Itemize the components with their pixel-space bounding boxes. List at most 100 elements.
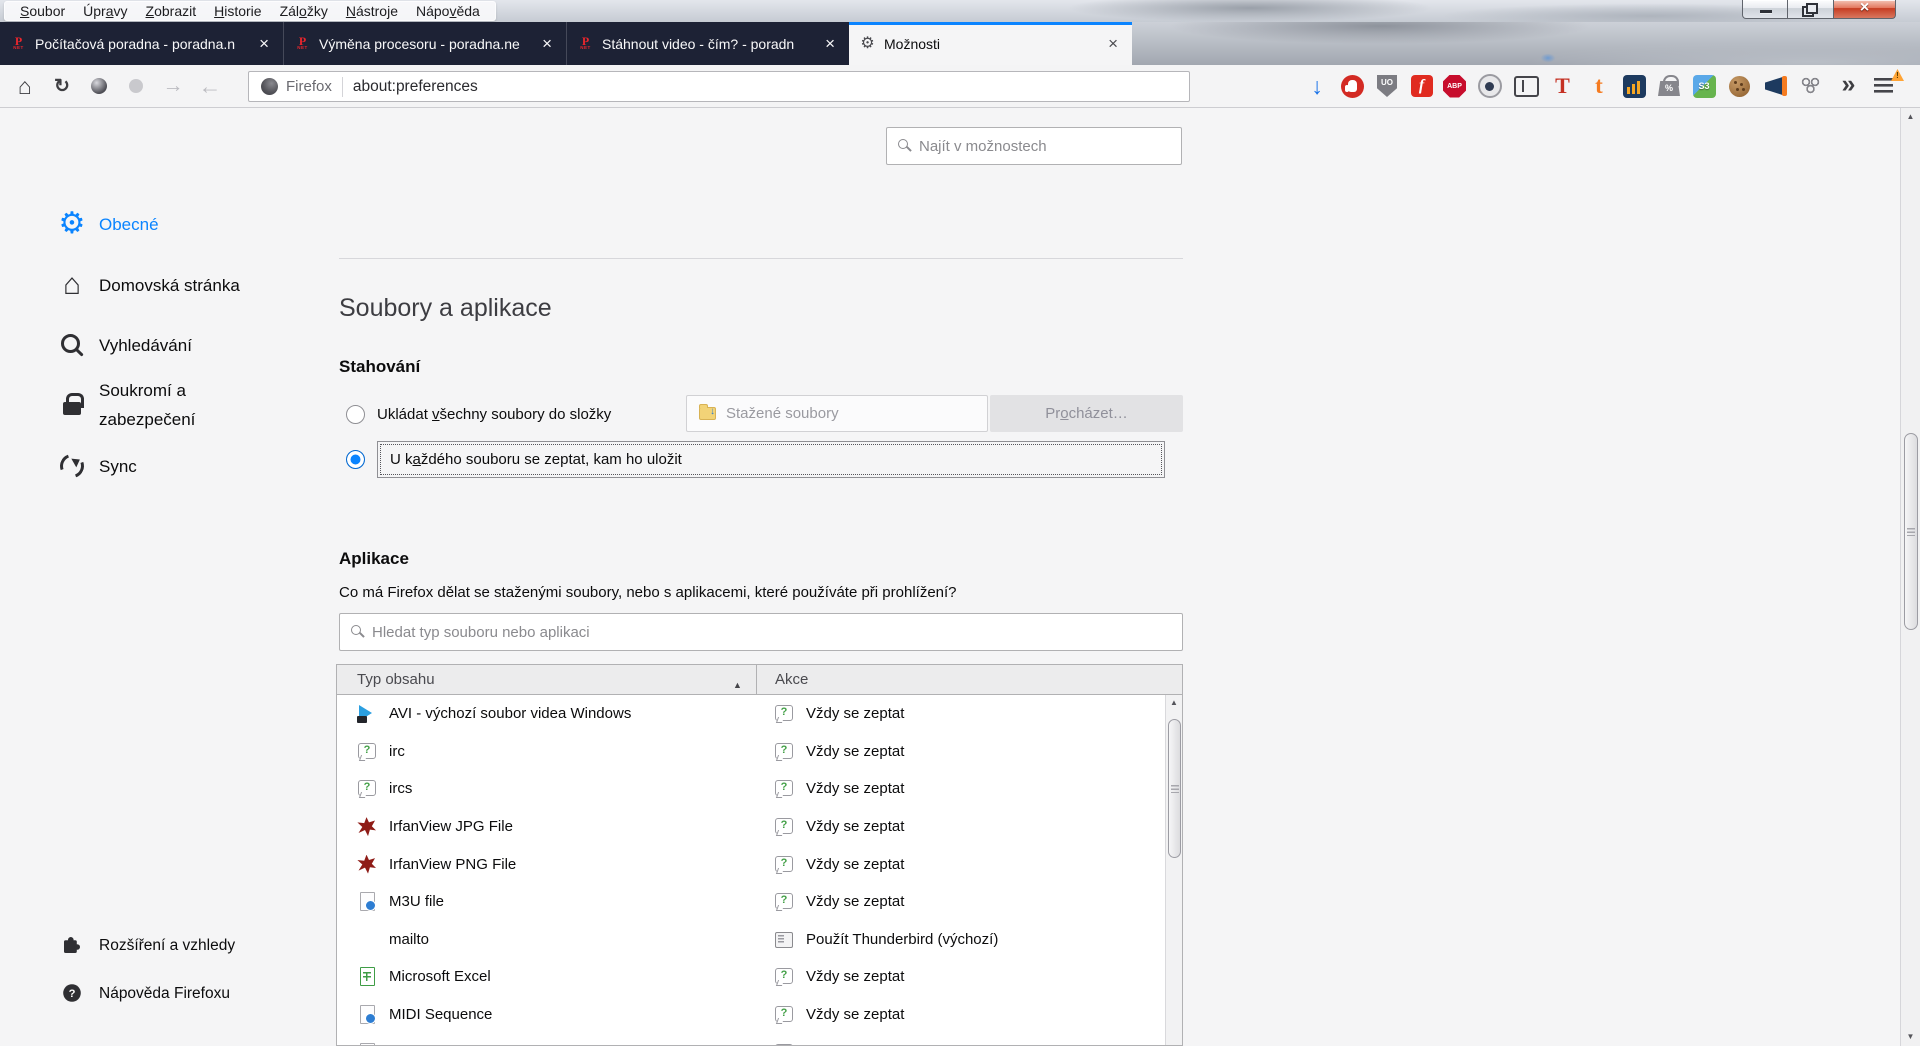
always-ask-radio[interactable] <box>346 450 365 469</box>
url-bar[interactable]: Firefox about:preferences <box>248 71 1190 102</box>
column-header-action[interactable]: Akce <box>756 665 1182 695</box>
menu-soubor[interactable]: Soubor <box>11 2 74 20</box>
hand-blocker-icon[interactable] <box>1340 74 1364 98</box>
firefox-window: Soubor Úpravy Zobrazit Historie Záložky Nástr… <box>0 0 1920 1046</box>
scroll-down-icon[interactable]: ▼ <box>1901 1029 1920 1045</box>
download-icon[interactable] <box>1304 73 1330 99</box>
save-to-folder-radio[interactable] <box>346 405 365 424</box>
navigation-toolbar: Firefox about:preferences <box>0 65 1920 108</box>
help-icon <box>60 981 84 1005</box>
sidebar-item-soukromi-zabezpeceni[interactable]: Soukromí a zabezpečení <box>57 374 269 436</box>
tab-close-icon[interactable]: × <box>821 34 839 54</box>
sidebar-item-vyhledavani[interactable]: Vyhledávání <box>57 321 192 369</box>
abp-icon[interactable] <box>1443 74 1466 98</box>
table-scrollbar-thumb[interactable] <box>1167 719 1181 858</box>
tab-moznosti[interactable]: Možnosti× <box>849 22 1132 65</box>
ask-bubble-icon <box>774 704 793 723</box>
table-row[interactable]: Microsoft Excel Vždy se zeptat <box>337 958 1182 996</box>
sidebar-item-rozsireni-a-vzhledy[interactable]: Rozšíření a vzhledy <box>57 925 235 965</box>
restore-button[interactable] <box>1788 0 1833 19</box>
file-badge-icon <box>357 1042 376 1045</box>
menu-historie[interactable]: Historie <box>205 2 270 20</box>
tab-close-icon[interactable]: × <box>1104 34 1122 54</box>
search-icon <box>57 330 87 360</box>
basket-icon[interactable] <box>1656 73 1682 99</box>
file-badge-icon <box>357 1005 376 1025</box>
lock-icon <box>57 390 87 420</box>
sidebar-item-sync[interactable]: Sync <box>57 442 137 490</box>
linked-circles-icon[interactable] <box>1799 73 1825 99</box>
scroll-up-icon[interactable]: ▲ <box>1901 109 1920 125</box>
table-row[interactable]: ircs Vždy se zeptat <box>337 770 1182 808</box>
irfanview-icon <box>357 817 376 836</box>
ask-bubble-icon <box>774 855 793 874</box>
thunderbird-window-icon <box>774 930 793 949</box>
table-row[interactable]: AVI - výchozí soubor videa Windows Vždy s… <box>337 695 1182 733</box>
close-button[interactable] <box>1833 0 1896 19</box>
table-row[interactable]: IrfanView PNG File Vždy se zeptat <box>337 845 1182 883</box>
reload-icon[interactable] <box>47 71 77 101</box>
find-in-options-input[interactable] <box>886 127 1182 165</box>
s3-icon[interactable] <box>1692 74 1716 98</box>
window-titlebar: Soubor Úpravy Zobrazit Historie Záložky Nástr… <box>0 0 1920 22</box>
filetype-search-wrap <box>339 613 1183 651</box>
sidebar-panel-icon[interactable] <box>1513 73 1539 99</box>
applications-description: Co má Firefox dělat se staženými soubory… <box>339 584 957 601</box>
menu-napoveda[interactable]: Nápověda <box>407 2 489 20</box>
poradna-favicon-icon: P NET <box>580 34 591 51</box>
menu-icon[interactable] <box>1872 73 1898 99</box>
tab-pocitacova-poradna[interactable]: P NET Počítačová poradna - poradna.n × <box>0 22 283 65</box>
menu-zobrazit[interactable]: Zobrazit <box>137 2 206 20</box>
firefox-logo-icon <box>261 78 278 95</box>
t-red-icon[interactable] <box>1550 73 1576 99</box>
browse-button[interactable]: Procházet… <box>990 395 1183 432</box>
tab-stahnout-video[interactable]: P NET Stáhnout video - čím? - poradn × <box>566 22 849 65</box>
bar-chart-icon[interactable] <box>1622 74 1646 98</box>
menu-upravy[interactable]: Úpravy <box>74 2 136 20</box>
irfanview-icon <box>357 855 376 874</box>
content-type-label: ircs <box>389 780 413 798</box>
flash-icon[interactable] <box>1410 75 1433 97</box>
find-in-options-wrap <box>886 127 1182 165</box>
t-orange-icon[interactable] <box>1586 73 1612 99</box>
menubar: Soubor Úpravy Zobrazit Historie Záložky Nástr… <box>4 1 496 21</box>
download-folder-field[interactable]: Stažené soubory <box>686 395 988 432</box>
table-row[interactable]: mailto Použít Thunderbird (výchozí) <box>337 921 1182 959</box>
column-header-content-type[interactable]: Typ obsahu ▲ <box>337 671 756 690</box>
scroll-up-icon[interactable]: ▲ <box>1166 695 1182 711</box>
download-folder-value: Stažené soubory <box>726 405 839 422</box>
table-row[interactable] <box>337 1033 1182 1045</box>
filetype-search-input[interactable] <box>339 613 1183 651</box>
table-row[interactable]: IrfanView JPG File Vždy se zeptat <box>337 808 1182 846</box>
nav-buttons <box>10 65 225 107</box>
menu-nastroje[interactable]: Nástroje <box>337 2 407 20</box>
ask-bubble-icon <box>774 742 793 761</box>
page-scrollbar-thumb[interactable] <box>1903 433 1918 630</box>
megaphone-icon[interactable] <box>1763 73 1789 99</box>
table-scrollbar[interactable]: ▲ <box>1165 695 1182 1045</box>
sidebar-item-domovska-stranka[interactable]: Domovská stránka <box>57 261 240 309</box>
page-scrollbar[interactable]: ▲ ▼ <box>1900 108 1920 1046</box>
sidebar-item-obecne[interactable]: Obecné <box>57 200 159 248</box>
preferences-page: Obecné Domovská stránka Vyhledávání Soukrom… <box>0 108 1920 1046</box>
minimize-button[interactable] <box>1742 0 1788 19</box>
table-row[interactable]: irc Vždy se zeptat <box>337 733 1182 771</box>
overflow-icon[interactable] <box>1836 73 1862 99</box>
content-type-label: IrfanView PNG File <box>389 855 517 873</box>
cookie-icon[interactable] <box>1726 73 1752 99</box>
menu-zalozky[interactable]: Záložky <box>271 2 337 20</box>
always-ask-focus-box[interactable]: U každého souboru se zeptat, kam ho ulož… <box>377 441 1165 478</box>
account-icon[interactable] <box>84 71 114 101</box>
table-row[interactable]: MIDI Sequence Vždy se zeptat <box>337 996 1182 1034</box>
extension-circle-icon[interactable] <box>121 71 151 101</box>
home-icon[interactable] <box>10 71 40 101</box>
table-row[interactable]: M3U file Vždy se zeptat <box>337 883 1182 921</box>
sidebar-item-napoveda-firefoxu[interactable]: Nápověda Firefoxu <box>57 973 230 1013</box>
tab-vymena-procesoru[interactable]: P NET Výměna procesoru - poradna.ne × <box>283 22 566 65</box>
forward-icon[interactable] <box>158 71 188 101</box>
back-icon[interactable] <box>195 71 225 101</box>
eye-icon[interactable] <box>1477 73 1503 99</box>
tab-close-icon[interactable]: × <box>538 34 556 54</box>
uo-shield-icon[interactable] <box>1374 73 1400 99</box>
tab-close-icon[interactable]: × <box>255 34 273 54</box>
